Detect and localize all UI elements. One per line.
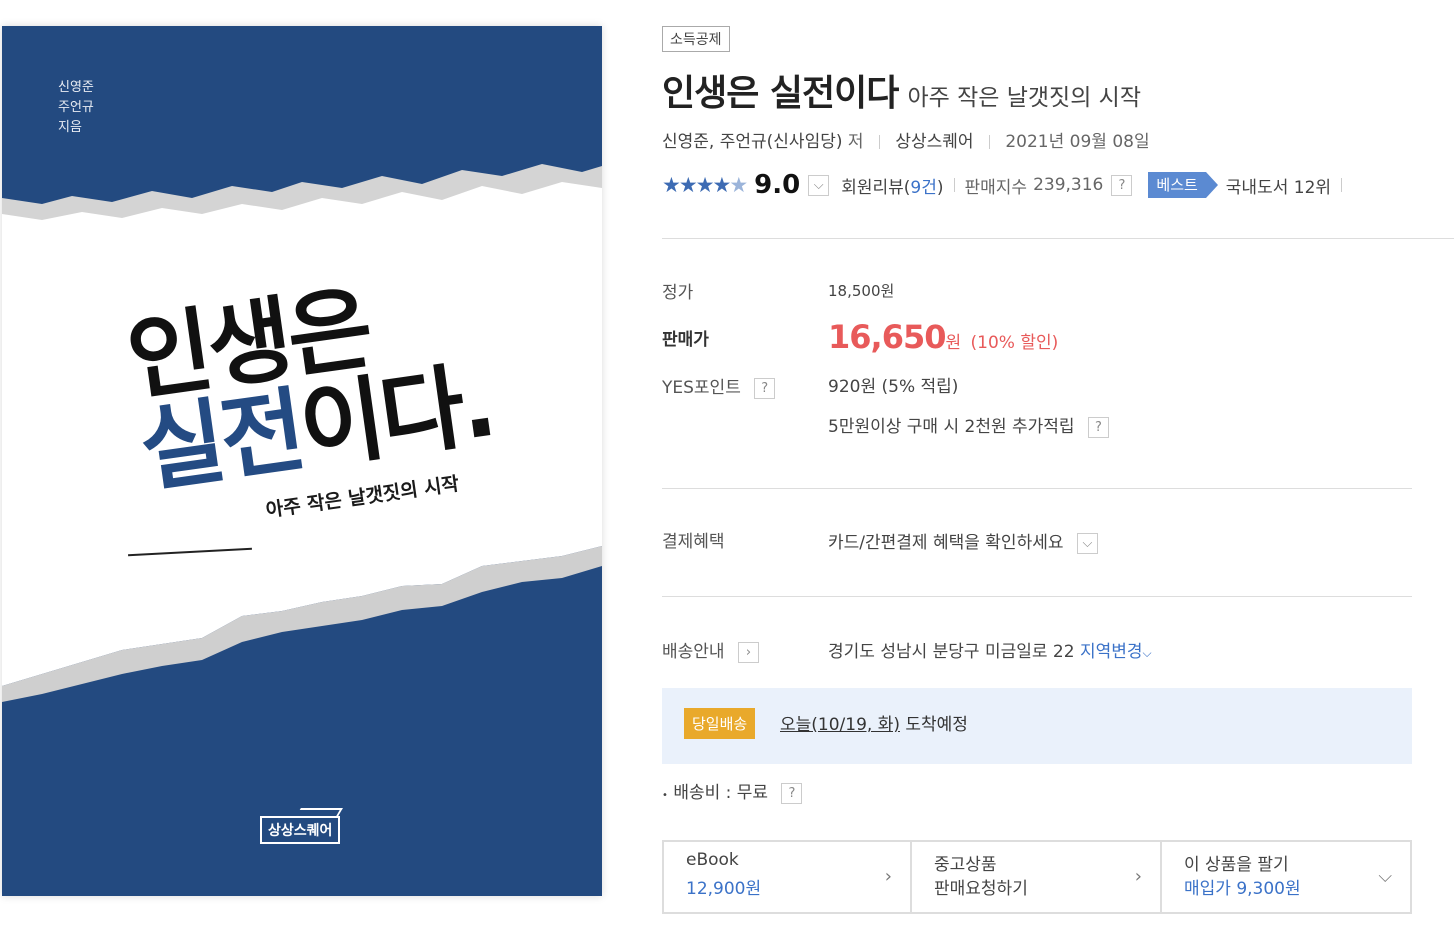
chevron-right-icon: › — [884, 866, 892, 887]
shipping-fee: 배송비 : 무료 — [673, 783, 769, 803]
bullet-icon: • — [662, 790, 668, 801]
point-extra-help-button[interactable]: ? — [1087, 416, 1109, 438]
best-badge: 베스트 — [1148, 172, 1219, 198]
sales-index-label: 판매지수 — [964, 177, 1028, 198]
arrival-info: 오늘(10/19, 화) 도착예정 — [780, 710, 968, 735]
rank-text[interactable]: 국내도서 12위 — [1226, 173, 1331, 198]
cover-author-1: 신영준 — [58, 80, 94, 95]
divider — [878, 135, 880, 149]
used-product-title: 중고상품 — [934, 855, 997, 875]
star-rating-icon: ★★★★★ — [662, 173, 748, 197]
tax-deduction-badge: 소득공제 — [662, 26, 730, 52]
sale-price-row: 16,650원 (10% 할인) — [828, 318, 1058, 356]
section-divider — [662, 596, 1412, 597]
list-price: 18,500원 — [828, 282, 895, 300]
product-title: 인생은 실전이다 — [662, 73, 899, 114]
divider — [1341, 178, 1343, 192]
ebook-option[interactable]: eBook 12,900원 › — [662, 840, 912, 914]
cover-title: 인생은 실전이다. — [121, 267, 499, 505]
publisher-link[interactable]: 상상스퀘어 — [895, 132, 973, 152]
delivery-label-row: 배송안내 › — [662, 637, 759, 663]
chevron-down-icon: ⌵ — [1378, 866, 1392, 887]
author-note: (신사임당) — [766, 132, 843, 152]
ebook-title: eBook — [686, 850, 739, 870]
divider — [988, 135, 990, 149]
cover-publisher-logo: 상상스퀘어 — [260, 816, 341, 844]
payment-row: 카드/간편결제 혜택을 확인하세요 ⌵ — [828, 528, 1098, 554]
shipping-fee-help-button[interactable]: ? — [781, 782, 803, 804]
sameday-delivery-box: 당일배송 오늘(10/19, 화) 도착예정 — [662, 688, 1412, 764]
delivery-label: 배송안내 — [662, 642, 725, 662]
rating-row: ★★★★★ 9.0 ⌵ 회원리뷰(9건) 판매지수 239,316 ? 베스트 … — [662, 170, 1352, 200]
review-close: ) — [936, 177, 944, 198]
point-value: 920원 (5% 적립) — [828, 377, 959, 397]
used-product-sub: 판매요청하기 — [934, 879, 1028, 899]
author-link[interactable]: 신영준, 주언규 — [662, 132, 767, 152]
section-divider — [662, 238, 1454, 239]
arrival-date-link[interactable]: 오늘(10/19, 화) — [780, 715, 900, 735]
sale-price-label: 판매가 — [662, 330, 709, 350]
delivery-address: 경기도 성남시 분당구 미금일로 22 — [828, 642, 1075, 662]
book-cover-image[interactable]: 신영준 주언규 지음 인생은 실전이다. 아주 작은 날갯짓의 시작 상상스퀘어 — [2, 26, 602, 896]
point-extra-row: 5만원이상 구매 시 2천원 추가적립 ? — [828, 412, 1109, 438]
chevron-down-icon: ⌵ — [1142, 646, 1152, 660]
payment-expand-button[interactable]: ⌵ — [1076, 532, 1098, 554]
product-title-row: 인생은 실전이다 아주 작은 날갯짓의 시작 — [662, 64, 1141, 116]
ebook-price: 12,900원 — [686, 879, 762, 899]
payment-label: 결제혜택 — [662, 532, 725, 552]
review-link[interactable]: 회원리뷰(9건) — [841, 173, 943, 198]
section-divider — [662, 488, 1412, 489]
divider — [953, 178, 955, 192]
sell-product-option[interactable]: 이 상품을 팔기 매입가 9,300원 ⌵ — [1160, 840, 1412, 914]
sales-index-help-button[interactable]: ? — [1111, 174, 1133, 196]
product-info: 소득공제 인생은 실전이다 아주 작은 날갯짓의 시작 신영준, 주언규(신사임… — [662, 0, 1454, 928]
rating-expand-button[interactable]: ⌵ — [808, 174, 830, 196]
sell-product-title: 이 상품을 팔기 — [1184, 855, 1289, 875]
sell-product-price: 매입가 9,300원 — [1184, 879, 1301, 899]
point-help-button[interactable]: ? — [754, 377, 776, 399]
chevron-right-icon: › — [1134, 866, 1142, 887]
cover-author-2: 주언규 — [58, 100, 94, 115]
payment-benefit-text: 카드/간편결제 혜택을 확인하세요 — [828, 533, 1064, 553]
sale-price-unit: 원 — [945, 333, 962, 353]
author-suffix: 저 — [847, 132, 864, 152]
used-product-option[interactable]: 중고상품 판매요청하기 › — [910, 840, 1162, 914]
product-subtitle: 아주 작은 날갯짓의 시작 — [907, 85, 1142, 111]
sameday-badge: 당일배송 — [684, 708, 756, 739]
sale-price: 16,650 — [828, 318, 946, 356]
point-label: YES포인트 — [662, 378, 741, 398]
sales-index-value: 239,316 — [1033, 175, 1104, 195]
discount-rate: (10% 할인) — [970, 333, 1059, 353]
delivery-info-button[interactable]: › — [737, 641, 759, 663]
rating-score: 9.0 — [754, 170, 801, 200]
review-count: 9건 — [910, 177, 937, 198]
delivery-address-row: 경기도 성남시 분당구 미금일로 22 지역변경⌵ — [828, 637, 1152, 662]
pub-date: 2021년 09월 08일 — [1005, 132, 1150, 152]
arrival-suffix: 도착예정 — [905, 715, 968, 735]
review-label: 회원리뷰( — [841, 177, 911, 198]
list-price-label: 정가 — [662, 283, 694, 303]
shipping-fee-row: • 배송비 : 무료 ? — [662, 778, 803, 804]
product-meta: 신영준, 주언규(신사임당) 저 상상스퀘어 2021년 09월 08일 — [662, 127, 1150, 152]
change-region-link[interactable]: 지역변경 — [1080, 642, 1143, 662]
point-extra: 5만원이상 구매 시 2천원 추가적립 — [828, 417, 1075, 437]
cover-title-blue: 실전 — [133, 376, 309, 506]
point-label-row: YES포인트 ? — [662, 373, 776, 399]
cover-authors: 신영준 주언규 지음 — [58, 78, 94, 138]
cover-author-suffix: 지음 — [58, 120, 82, 135]
